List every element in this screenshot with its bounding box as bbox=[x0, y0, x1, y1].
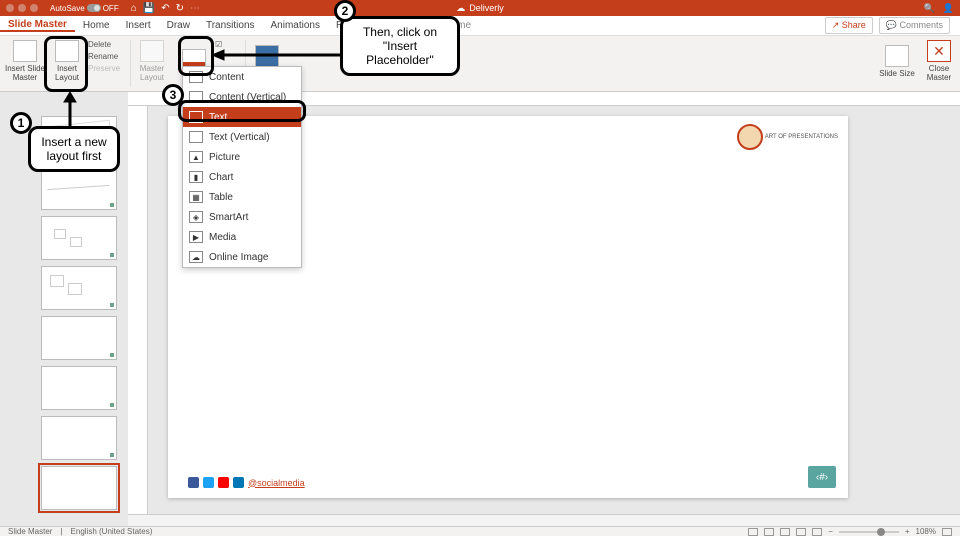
smartart-icon: ◈ bbox=[189, 211, 203, 223]
ribbon: Insert Slide Master Insert Layout Delete… bbox=[0, 36, 960, 92]
annotation-arrow-1 bbox=[60, 92, 80, 126]
horizontal-scrollbar[interactable] bbox=[128, 514, 960, 526]
menu-item-table[interactable]: ▦Table bbox=[183, 187, 301, 207]
vertical-ruler bbox=[128, 106, 148, 514]
delete-button[interactable]: Delete bbox=[88, 40, 130, 49]
tab-slide-master[interactable]: Slide Master bbox=[0, 19, 75, 32]
rename-button[interactable]: Rename bbox=[88, 52, 130, 61]
online-image-icon: ☁ bbox=[189, 251, 203, 263]
logo-icon bbox=[737, 124, 763, 150]
comments-button[interactable]: 💬 Comments bbox=[879, 17, 950, 34]
annotation-arrow-2 bbox=[212, 48, 342, 62]
account-icon[interactable]: 👤 bbox=[943, 3, 954, 14]
highlight-insert-layout bbox=[44, 36, 88, 92]
close-icon[interactable] bbox=[6, 4, 14, 12]
menu-item-chart[interactable]: ▮Chart bbox=[183, 167, 301, 187]
layout-thumb[interactable] bbox=[41, 366, 117, 410]
menu-item-media[interactable]: ▶Media bbox=[183, 227, 301, 247]
autosave-label: AutoSave bbox=[50, 4, 85, 13]
menu-item-text-vertical[interactable]: Text (Vertical) bbox=[183, 127, 301, 147]
highlight-insert-placeholder bbox=[178, 36, 214, 76]
qat-extra-icon[interactable]: ⋯ bbox=[190, 3, 200, 14]
tab-home[interactable]: Home bbox=[75, 20, 118, 31]
slide-size-button[interactable]: Slide Size bbox=[876, 36, 918, 86]
status-language[interactable]: English (United States) bbox=[71, 527, 153, 536]
media-icon: ▶ bbox=[189, 231, 203, 243]
sorter-view-icon[interactable] bbox=[780, 528, 790, 536]
search-icon[interactable]: 🔍 bbox=[924, 3, 935, 14]
menu-item-smartart[interactable]: ◈SmartArt bbox=[183, 207, 301, 227]
toggle-icon bbox=[87, 4, 101, 12]
status-bar: Slide Master | English (United States) −… bbox=[0, 526, 960, 536]
minimize-icon[interactable] bbox=[18, 4, 26, 12]
chart-icon: ▮ bbox=[189, 171, 203, 183]
layout-thumb[interactable] bbox=[41, 416, 117, 460]
insert-slide-master-button[interactable]: Insert Slide Master bbox=[4, 36, 46, 86]
doc-title-wrap: ☁ Deliverly bbox=[456, 3, 504, 14]
autosave-state: OFF bbox=[103, 4, 119, 13]
tab-draw[interactable]: Draw bbox=[159, 20, 198, 31]
annotation-badge-1: 1 bbox=[10, 112, 32, 134]
close-master-button[interactable]: ✕ Close Master bbox=[918, 36, 960, 86]
maximize-icon[interactable] bbox=[30, 4, 38, 12]
twitter-icon bbox=[203, 477, 214, 488]
brand-logo: ART OF PRESENTATIONS bbox=[737, 124, 838, 150]
master-layout-icon bbox=[140, 40, 164, 62]
facebook-icon bbox=[188, 477, 199, 488]
notes-view-icon[interactable] bbox=[748, 528, 758, 536]
youtube-icon bbox=[218, 477, 229, 488]
home-icon[interactable]: ⌂ bbox=[131, 3, 137, 14]
layout-thumb[interactable] bbox=[41, 266, 117, 310]
save-icon[interactable]: 💾 bbox=[143, 3, 155, 14]
window-controls[interactable] bbox=[6, 4, 38, 12]
slide-master-icon bbox=[13, 40, 37, 62]
redo-icon[interactable]: ↻ bbox=[176, 3, 184, 14]
slide-size-icon bbox=[885, 45, 909, 67]
ribbon-tabs: Slide Master Home Insert Draw Transition… bbox=[0, 16, 960, 36]
workspace: ART OF PRESENTATIONS @socialmedia ‹#› bbox=[0, 106, 960, 526]
picture-icon: ▲ bbox=[189, 151, 203, 163]
layout-thumb[interactable] bbox=[41, 316, 117, 360]
page-number-placeholder[interactable]: ‹#› bbox=[808, 466, 836, 488]
layout-thumb[interactable] bbox=[41, 216, 117, 260]
reading-view-icon[interactable] bbox=[796, 528, 806, 536]
normal-view-icon[interactable] bbox=[764, 528, 774, 536]
titlebar: AutoSave OFF ⌂ 💾 ↶ ↻ ⋯ ☁ Deliverly 🔍 👤 bbox=[0, 0, 960, 16]
annotation-callout-1: Insert a new layout first bbox=[28, 126, 120, 172]
tab-animations[interactable]: Animations bbox=[263, 20, 328, 31]
social-handle: @socialmedia bbox=[248, 478, 305, 488]
menu-item-online-image[interactable]: ☁Online Image bbox=[183, 247, 301, 267]
social-row: @socialmedia bbox=[188, 477, 305, 488]
undo-icon[interactable]: ↶ bbox=[161, 3, 169, 14]
layout-thumb-selected[interactable] bbox=[41, 466, 117, 510]
annotation-badge-3: 3 bbox=[162, 84, 184, 106]
annotation-badge-2: 2 bbox=[334, 0, 356, 22]
tab-transitions[interactable]: Transitions bbox=[198, 20, 263, 31]
preserve-button[interactable]: Preserve bbox=[88, 64, 130, 73]
quick-access-toolbar: ⌂ 💾 ↶ ↻ ⋯ bbox=[131, 3, 200, 14]
zoom-slider[interactable] bbox=[839, 531, 899, 533]
table-icon: ▦ bbox=[189, 191, 203, 203]
cloud-icon: ☁ bbox=[456, 3, 465, 14]
master-layout-button[interactable]: Master Layout bbox=[131, 36, 173, 86]
layout-thumb[interactable] bbox=[41, 166, 117, 210]
doc-title: Deliverly bbox=[469, 3, 504, 13]
menu-item-picture[interactable]: ▲Picture bbox=[183, 147, 301, 167]
tab-insert[interactable]: Insert bbox=[118, 20, 159, 31]
status-mode: Slide Master bbox=[8, 527, 52, 536]
linkedin-icon bbox=[233, 477, 244, 488]
slideshow-icon[interactable] bbox=[812, 528, 822, 536]
zoom-in-icon[interactable]: + bbox=[905, 527, 910, 536]
zoom-value[interactable]: 108% bbox=[916, 527, 936, 536]
logo-text: ART OF PRESENTATIONS bbox=[765, 134, 838, 140]
insert-placeholder-menu: Content Content (Vertical) Text Text (Ve… bbox=[182, 66, 302, 268]
fit-to-window-icon[interactable] bbox=[942, 528, 952, 536]
share-button[interactable]: ↗ Share bbox=[825, 17, 873, 34]
close-icon: ✕ bbox=[927, 40, 951, 62]
annotation-callout-2: Then, click on "Insert Placeholder" bbox=[340, 16, 460, 76]
autosave-toggle[interactable]: AutoSave OFF bbox=[46, 4, 123, 13]
highlight-text-item bbox=[178, 100, 306, 122]
zoom-out-icon[interactable]: − bbox=[828, 527, 833, 536]
text-vertical-icon bbox=[189, 131, 203, 143]
